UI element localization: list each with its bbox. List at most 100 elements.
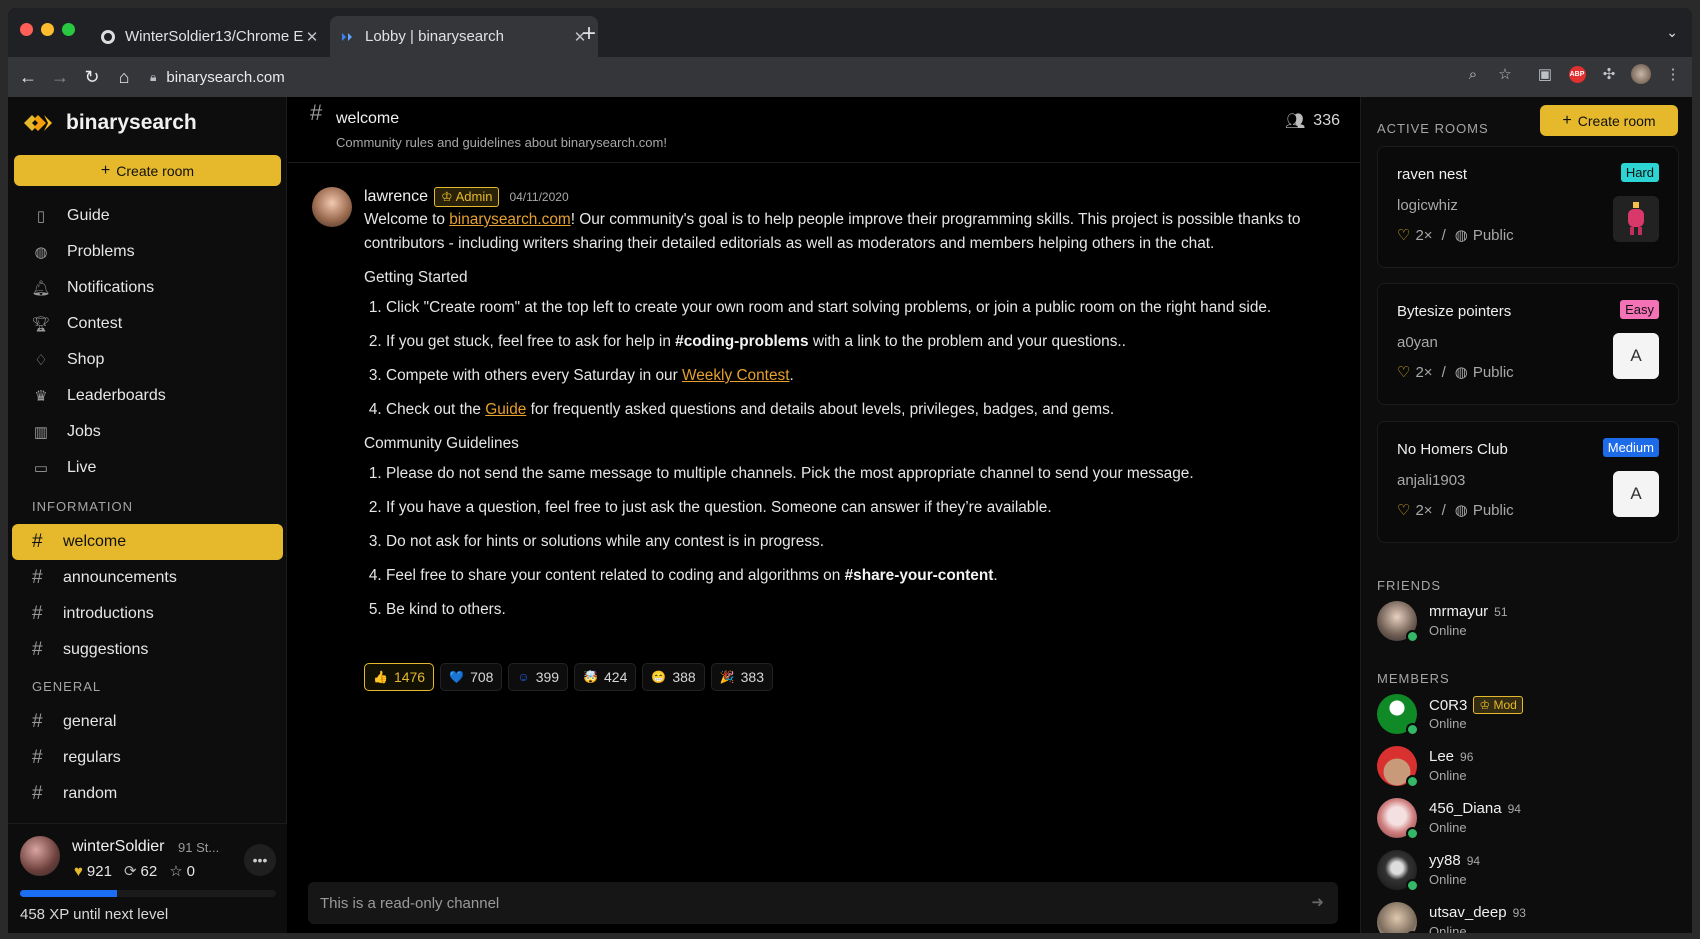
- reload-icon[interactable]: ↻: [76, 61, 108, 93]
- channel-suggestions[interactable]: # suggestions: [12, 632, 283, 668]
- nav-label: Leaderboards: [67, 387, 166, 404]
- member-name: yy88: [1429, 852, 1461, 869]
- text: for frequently asked questions and detai…: [526, 401, 1115, 418]
- globe-icon: ◍: [1454, 227, 1468, 244]
- adblock-icon[interactable]: ABP: [1566, 63, 1588, 85]
- text: with a link to the problem and your ques…: [808, 333, 1126, 350]
- browser-menu-icon[interactable]: ⋮: [1662, 63, 1684, 85]
- reaction-heart[interactable]: 💙 708: [440, 663, 503, 691]
- user-name[interactable]: winterSoldier: [72, 838, 164, 856]
- channel-random[interactable]: # random: [12, 776, 283, 812]
- star-icon: ☆: [169, 863, 183, 880]
- separator: /: [1441, 226, 1446, 244]
- channel-announcements[interactable]: # announcements: [12, 560, 283, 596]
- address-bar[interactable]: 🔒︎ binarysearch.com: [150, 61, 1440, 93]
- online-indicator: [1406, 931, 1419, 933]
- member-count[interactable]: 👥︎ 336: [1285, 111, 1340, 131]
- message-date: 04/11/2020: [509, 190, 569, 204]
- friend-item[interactable]: mrmayur 51 Online: [1377, 599, 1677, 643]
- nav-item-leaderboards[interactable]: ♛ Leaderboards: [8, 378, 287, 414]
- tab-search-icon[interactable]: ⌄: [1666, 24, 1678, 41]
- browser-toolbar: ← → ↻ ⌂ 🔒︎ binarysearch.com ⌕ ☆ ▣ ABP ✣ …: [8, 57, 1692, 97]
- create-room-button-right[interactable]: + Create room: [1540, 105, 1678, 136]
- user-menu-button[interactable]: •••: [244, 844, 276, 876]
- send-icon[interactable]: ➜: [1311, 893, 1324, 911]
- channel-general[interactable]: # general: [12, 704, 283, 740]
- nav-label: Jobs: [67, 423, 101, 440]
- profile-avatar[interactable]: [1630, 63, 1652, 85]
- crown-icon: ♛: [34, 388, 48, 405]
- room-visibility: Public: [1472, 363, 1514, 381]
- reaction-thumbs-up[interactable]: 👍 1476: [364, 663, 435, 691]
- list-item: Compete with others every Saturday in ou…: [386, 364, 1334, 388]
- member-name: Lee: [1429, 748, 1455, 765]
- nav-item-jobs[interactable]: ▥ Jobs: [8, 414, 287, 450]
- share-your-content-channel-ref[interactable]: #share-your-content: [845, 567, 994, 584]
- message-author-avatar[interactable]: [312, 187, 352, 227]
- room-card[interactable]: raven nest logicwhiz ♡ 2× / ◍ Public Hard: [1377, 146, 1679, 268]
- online-indicator: [1406, 827, 1419, 840]
- new-tab-button[interactable]: +: [582, 22, 596, 46]
- member-name-row: yy88 94: [1429, 852, 1480, 869]
- member-item[interactable]: C0R3 ♔ Mod Online: [1377, 692, 1677, 736]
- channel-welcome[interactable]: # welcome: [12, 524, 283, 560]
- browser-tab-github[interactable]: WinterSoldier13/Chrome Extension ✕: [90, 16, 330, 57]
- reaction-smile[interactable]: ☺ 399: [508, 663, 569, 691]
- member-item[interactable]: yy88 94 Online: [1377, 848, 1677, 892]
- channel-regulars[interactable]: # regulars: [12, 740, 283, 776]
- channel-label: suggestions: [63, 641, 149, 658]
- channel-introductions[interactable]: # introductions: [12, 596, 283, 632]
- binarysearch-link[interactable]: binarysearch.com: [449, 211, 570, 228]
- list-item: Check out the Guide for frequently asked…: [386, 398, 1334, 422]
- globe-icon: ◍: [1454, 364, 1468, 381]
- logo[interactable]: binarysearch: [22, 111, 197, 135]
- reaction-grin[interactable]: 😁 388: [642, 663, 705, 691]
- member-name-row: utsav_deep 93: [1429, 904, 1526, 921]
- create-room-button[interactable]: + Create room: [14, 155, 281, 186]
- channel-label: welcome: [63, 533, 127, 550]
- nav-item-guide[interactable]: ▯ Guide: [8, 198, 287, 234]
- channel-header: # welcome Community rules and guidelines…: [288, 97, 1360, 163]
- reaction-mind-blown[interactable]: 🤯 424: [574, 663, 637, 691]
- home-icon[interactable]: ⌂: [108, 61, 140, 93]
- coding-problems-channel-ref[interactable]: #coding-problems: [675, 333, 808, 350]
- message-author[interactable]: lawrence: [364, 188, 428, 206]
- close-window-button[interactable]: [20, 23, 33, 36]
- room-card[interactable]: Bytesize pointers a0yan ♡ 2× / ◍ Public Easy…: [1377, 283, 1679, 405]
- xp-progress-fill: [20, 890, 118, 897]
- bookmark-star-icon[interactable]: ☆: [1494, 63, 1516, 85]
- back-icon[interactable]: ←: [12, 61, 44, 93]
- message-composer[interactable]: This is a read-only channel ➜: [308, 882, 1338, 924]
- list-item: Click "Create room" at the top left to c…: [386, 296, 1334, 320]
- room-card[interactable]: No Homers Club anjali1903 ♡ 2× / ◍ Public Me…: [1377, 421, 1679, 543]
- close-tab-icon[interactable]: ✕: [304, 28, 320, 46]
- users-icon: 👥︎: [1284, 113, 1306, 130]
- member-item[interactable]: utsav_deep 93 Online: [1377, 900, 1677, 933]
- nav-label: Contest: [67, 315, 123, 332]
- hash-icon: #: [32, 783, 43, 804]
- reaction-party[interactable]: 🎉 383: [710, 663, 773, 691]
- maximize-window-button[interactable]: [62, 23, 75, 36]
- guide-link[interactable]: Guide: [485, 401, 526, 418]
- nav-item-shop[interactable]: ♢ Shop: [8, 342, 287, 378]
- weekly-contest-link[interactable]: Weekly Contest: [682, 367, 790, 384]
- extensions-puzzle-icon[interactable]: ✣: [1598, 63, 1620, 85]
- nav-item-problems[interactable]: ◍ Problems: [8, 234, 287, 270]
- list-item: If you get stuck, feel free to ask for h…: [386, 330, 1334, 354]
- gem-icon: ♥: [74, 862, 83, 880]
- browser-tab-binarysearch[interactable]: Lobby | binarysearch ✕: [330, 16, 598, 57]
- extension-window-icon[interactable]: ▣: [1534, 63, 1556, 85]
- binarysearch-logo-icon: [24, 115, 52, 131]
- app: binarysearch + Create room ▯ Guide ◍ Probl…: [8, 97, 1692, 933]
- member-item[interactable]: 456_Diana 94 Online: [1377, 796, 1677, 840]
- party-icon: 🎉: [719, 670, 735, 684]
- nav-item-notifications[interactable]: 🔔︎ Notifications: [8, 270, 287, 306]
- reaction-count: 424: [604, 669, 628, 685]
- forward-icon[interactable]: →: [44, 61, 76, 93]
- minimize-window-button[interactable]: [41, 23, 54, 36]
- user-avatar[interactable]: [20, 836, 60, 876]
- nav-item-live[interactable]: ▭ Live: [8, 450, 287, 486]
- nav-item-contest[interactable]: 🏆︎ Contest: [8, 306, 287, 342]
- zoom-icon[interactable]: ⌕: [1462, 63, 1484, 85]
- member-item[interactable]: Lee 96 Online: [1377, 744, 1677, 788]
